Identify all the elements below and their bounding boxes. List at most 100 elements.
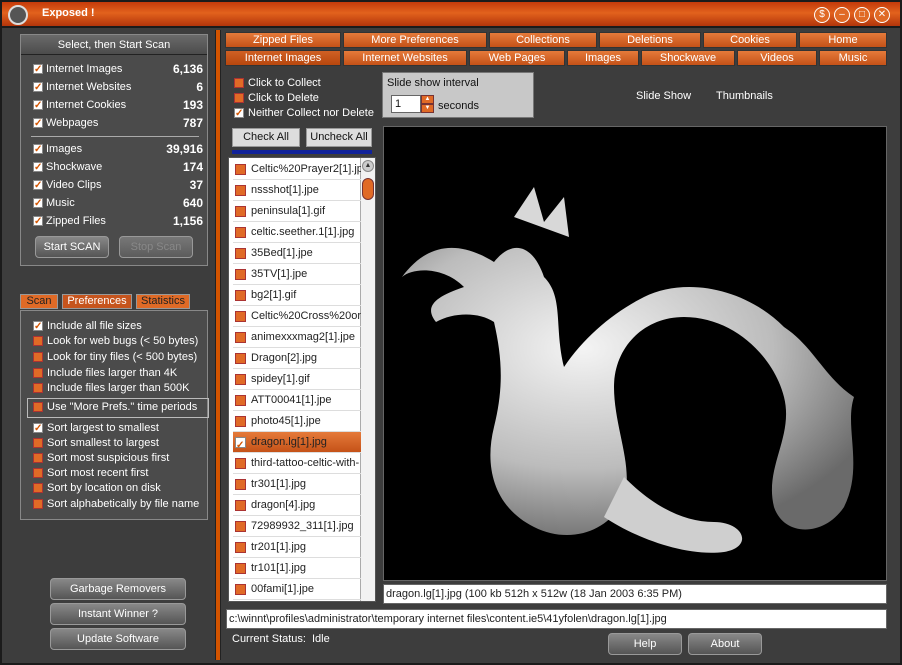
checkbox-icon[interactable]: [235, 542, 246, 553]
tab-web-pages[interactable]: Web Pages: [469, 50, 565, 66]
scrollbar[interactable]: ▲: [360, 158, 375, 601]
thumbnails-link[interactable]: Thumbnails: [716, 90, 773, 102]
checkbox-icon[interactable]: [33, 453, 43, 463]
tab-internet-websites[interactable]: Internet Websites: [343, 50, 467, 66]
checkbox-icon[interactable]: [234, 78, 244, 88]
list-item[interactable]: tr101[1].jpg: [233, 558, 361, 579]
checkbox-icon[interactable]: [33, 402, 43, 412]
collect-option[interactable]: Click to Collect: [234, 76, 406, 91]
summary-row[interactable]: Webpages787: [33, 115, 203, 132]
scroll-thumb[interactable]: [362, 178, 374, 200]
pref-item[interactable]: Include files larger than 500K: [33, 381, 205, 396]
check-icon[interactable]: [33, 98, 43, 114]
tab-collections[interactable]: Collections: [489, 32, 597, 48]
summary-row[interactable]: Zipped Files1,156: [33, 213, 203, 230]
check-icon[interactable]: [33, 142, 43, 158]
list-item[interactable]: celtic.seether.1[1].jpg: [233, 222, 361, 243]
instant-winner-button[interactable]: Instant Winner ?: [50, 603, 186, 625]
help-button[interactable]: Help: [608, 633, 682, 655]
check-icon[interactable]: [33, 319, 43, 334]
list-item[interactable]: peninsula[1].gif: [233, 201, 361, 222]
summary-row[interactable]: Video Clips37: [33, 177, 203, 194]
list-item[interactable]: tr201[1].jpg: [233, 537, 361, 558]
checkbox-icon[interactable]: [235, 290, 246, 301]
list-item[interactable]: dragon[4].jpg: [233, 495, 361, 516]
check-icon[interactable]: [33, 178, 43, 194]
pref-item[interactable]: Include files larger than 4K: [33, 366, 205, 381]
checkbox-icon[interactable]: [234, 93, 244, 103]
summary-row[interactable]: Internet Websites6: [33, 79, 203, 96]
pref-item[interactable]: Use "More Prefs." time periods: [33, 400, 205, 415]
summary-row[interactable]: Internet Images6,136: [33, 61, 203, 78]
summary-row[interactable]: Music640: [33, 195, 203, 212]
file-list[interactable]: ▲ Celtic%20Prayer2[1].jp nssshot[1].jpe pe…: [228, 157, 376, 602]
pref-item[interactable]: Look for tiny files (< 500 bytes): [33, 350, 205, 365]
tab-statistics[interactable]: Statistics: [136, 294, 190, 309]
splitter[interactable]: [215, 30, 221, 660]
sort-item[interactable]: Sort smallest to largest: [33, 436, 205, 451]
summary-row[interactable]: Shockwave174: [33, 159, 203, 176]
garbage-removers-button[interactable]: Garbage Removers: [50, 578, 186, 600]
list-item[interactable]: spidey[1].gif: [233, 369, 361, 390]
checkbox-icon[interactable]: [33, 483, 43, 493]
maximize-icon[interactable]: □: [854, 7, 870, 23]
summary-row[interactable]: Internet Cookies193: [33, 97, 203, 114]
checkbox-icon[interactable]: [235, 416, 246, 427]
checkbox-icon[interactable]: [235, 395, 246, 406]
checkbox-icon[interactable]: [235, 479, 246, 490]
checkbox-icon[interactable]: [235, 521, 246, 532]
check-icon[interactable]: [33, 160, 43, 176]
list-item[interactable]: Celtic%20Cross%20or: [233, 306, 361, 327]
checkbox-icon[interactable]: [235, 227, 246, 238]
list-item[interactable]: 35TV[1].jpe: [233, 264, 361, 285]
check-all-button[interactable]: Check All: [232, 128, 300, 147]
list-item[interactable]: bg2[1].gif: [233, 285, 361, 306]
list-item[interactable]: tr301[1].jpg: [233, 474, 361, 495]
checkbox-icon[interactable]: [33, 368, 43, 378]
scroll-up-icon[interactable]: ▲: [362, 160, 374, 172]
checkbox-icon[interactable]: [33, 383, 43, 393]
tab-zipped-files[interactable]: Zipped Files: [225, 32, 341, 48]
about-button[interactable]: About: [688, 633, 762, 655]
checkbox-icon[interactable]: [235, 353, 246, 364]
update-software-button[interactable]: Update Software: [50, 628, 186, 650]
check-icon[interactable]: [33, 196, 43, 212]
app-icon[interactable]: [8, 5, 28, 25]
checkbox-icon[interactable]: [33, 352, 43, 362]
sort-item[interactable]: Sort most recent first: [33, 466, 205, 481]
checkbox-icon[interactable]: [33, 336, 43, 346]
sort-item[interactable]: Sort most suspicious first: [33, 451, 205, 466]
checkbox-icon[interactable]: [235, 435, 246, 452]
list-item[interactable]: nssshot[1].jpe: [233, 180, 361, 201]
tab-music[interactable]: Music: [819, 50, 887, 66]
checkbox-icon[interactable]: [235, 332, 246, 343]
dollar-icon[interactable]: $: [814, 7, 830, 23]
checkbox-icon[interactable]: [235, 584, 246, 595]
spin-up-icon[interactable]: ▲: [421, 95, 434, 104]
pref-item[interactable]: Include all file sizes: [33, 319, 205, 334]
spin-down-icon[interactable]: ▼: [421, 104, 434, 113]
tab-internet-images[interactable]: Internet Images: [225, 50, 341, 66]
checkbox-icon[interactable]: [33, 438, 43, 448]
checkbox-icon[interactable]: [235, 563, 246, 574]
tab-scan[interactable]: Scan: [20, 294, 58, 309]
list-item[interactable]: Dragon[2].jpg: [233, 348, 361, 369]
list-item[interactable]: photo45[1].jpe: [233, 411, 361, 432]
checkbox-icon[interactable]: [235, 164, 246, 175]
list-item[interactable]: animexxxmag2[1].jpe: [233, 327, 361, 348]
tab-cookies[interactable]: Cookies: [703, 32, 797, 48]
neither-option[interactable]: Neither Collect nor Delete: [234, 106, 406, 121]
check-icon[interactable]: [33, 421, 43, 436]
list-item[interactable]: third-tattoo-celtic-with-: [233, 453, 361, 474]
list-item[interactable]: 35Bed[1].jpe: [233, 243, 361, 264]
checkbox-icon[interactable]: [235, 500, 246, 511]
tab-deletions[interactable]: Deletions: [599, 32, 701, 48]
check-icon[interactable]: [33, 62, 43, 78]
file-path-field[interactable]: c:\winnt\profiles\administrator\temporar…: [226, 609, 887, 629]
tab-preferences[interactable]: Preferences: [62, 294, 132, 309]
summary-row[interactable]: Images39,916: [33, 141, 203, 158]
checkbox-icon[interactable]: [235, 458, 246, 469]
check-icon[interactable]: [33, 80, 43, 96]
sort-item[interactable]: Sort largest to smallest: [33, 421, 205, 436]
check-icon[interactable]: [33, 116, 43, 132]
